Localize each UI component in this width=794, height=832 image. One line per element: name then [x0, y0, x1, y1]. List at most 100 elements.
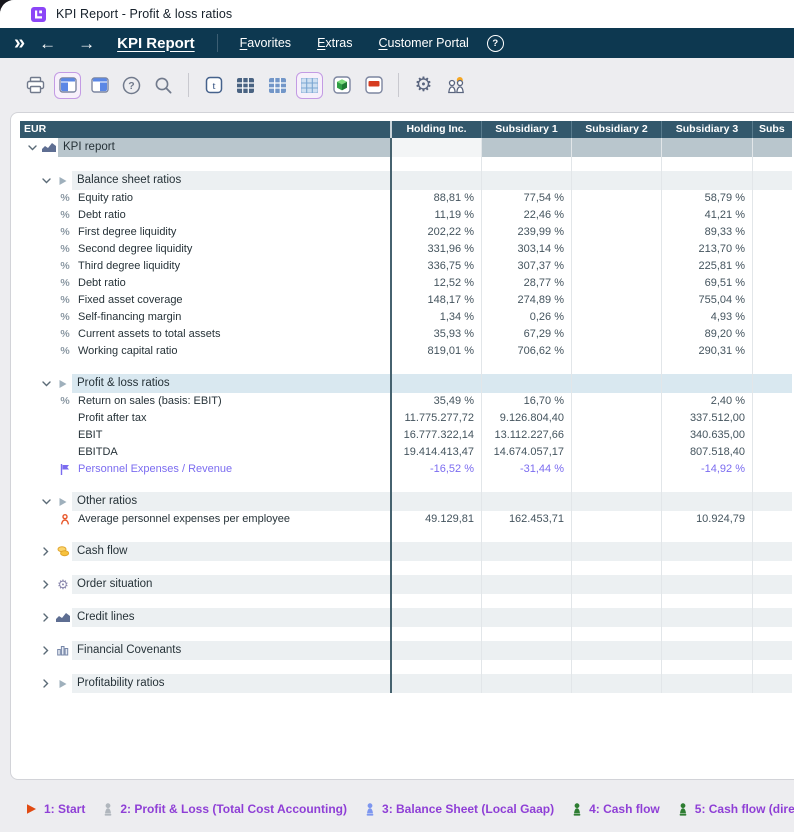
cell[interactable]: [571, 207, 661, 224]
cell[interactable]: [752, 528, 792, 542]
cell[interactable]: [571, 292, 661, 309]
tree-label-cell[interactable]: Other ratios: [20, 492, 390, 511]
row-label[interactable]: Profit after tax: [78, 410, 146, 427]
cell[interactable]: 303,14 %: [481, 241, 571, 258]
tree-label-cell[interactable]: ⚙Order situation: [20, 575, 390, 594]
cell[interactable]: [390, 660, 481, 674]
data-row[interactable]: %Second degree liquidity331,96 %303,14 %…: [20, 241, 792, 258]
tree-row-profit-loss-ratios[interactable]: Profit & loss ratios: [20, 374, 792, 393]
cell[interactable]: [752, 575, 792, 594]
cell[interactable]: 337.512,00: [661, 410, 752, 427]
row-label[interactable]: First degree liquidity: [78, 224, 176, 241]
cell[interactable]: 274,89 %: [481, 292, 571, 309]
cell[interactable]: [752, 542, 792, 561]
cell[interactable]: [481, 575, 571, 594]
data-row[interactable]: %Fixed asset coverage148,17 %274,89 %755…: [20, 292, 792, 309]
cell[interactable]: -14,92 %: [661, 461, 752, 478]
back-arrow-icon[interactable]: ←: [39, 35, 56, 52]
cell[interactable]: 213,70 %: [661, 241, 752, 258]
row-label-cell[interactable]: Average personnel expenses per employee: [20, 511, 390, 528]
cell[interactable]: [752, 478, 792, 492]
cell[interactable]: [752, 427, 792, 444]
column-header[interactable]: Subsidiary 3: [661, 121, 752, 138]
cell[interactable]: [752, 674, 792, 693]
cell[interactable]: [390, 492, 481, 511]
cell[interactable]: [752, 190, 792, 207]
cell[interactable]: [661, 374, 752, 393]
tree-row-label[interactable]: Order situation: [72, 575, 390, 594]
consolidation-pawns-button[interactable]: [442, 72, 469, 99]
cell[interactable]: 13.112.227,66: [481, 427, 571, 444]
cell[interactable]: 58,79 %: [661, 190, 752, 207]
cell[interactable]: 807.518,40: [661, 444, 752, 461]
row-label-cell[interactable]: %Third degree liquidity: [20, 258, 390, 275]
cell[interactable]: 239,99 %: [481, 224, 571, 241]
data-row[interactable]: %Current assets to total assets35,93 %67…: [20, 326, 792, 343]
chevron-right-icon[interactable]: [38, 613, 54, 622]
cell[interactable]: [390, 542, 481, 561]
cell[interactable]: [752, 608, 792, 627]
row-label-cell[interactable]: %First degree liquidity: [20, 224, 390, 241]
cell[interactable]: -16,52 %: [390, 461, 481, 478]
row-label-cell[interactable]: %Equity ratio: [20, 190, 390, 207]
cell[interactable]: [571, 561, 661, 575]
cell[interactable]: [752, 444, 792, 461]
cell[interactable]: [752, 374, 792, 393]
row-label-cell[interactable]: %Working capital ratio: [20, 343, 390, 360]
cell[interactable]: 88,81 %: [390, 190, 481, 207]
text-cell-button[interactable]: t: [200, 72, 227, 99]
row-label[interactable]: Personnel Expenses / Revenue: [78, 461, 232, 478]
row-label-cell[interactable]: %Current assets to total assets: [20, 326, 390, 343]
row-label[interactable]: Debt ratio: [78, 207, 126, 224]
cell[interactable]: [752, 326, 792, 343]
report-tab-5[interactable]: 5: Cash flow (direct: [678, 802, 794, 816]
cell[interactable]: 202,22 %: [390, 224, 481, 241]
tree-row-label[interactable]: Other ratios: [72, 492, 390, 511]
row-label[interactable]: Equity ratio: [78, 190, 133, 207]
data-row[interactable]: EBIT16.777.322,1413.112.227,66340.635,00: [20, 427, 792, 444]
layout-left-button[interactable]: [54, 72, 81, 99]
cell[interactable]: [481, 608, 571, 627]
data-row[interactable]: Average personnel expenses per employee4…: [20, 511, 792, 528]
cell[interactable]: [571, 393, 661, 410]
row-label-cell[interactable]: %Debt ratio: [20, 275, 390, 292]
cell[interactable]: [752, 627, 792, 641]
cell[interactable]: [571, 542, 661, 561]
tree-label-cell[interactable]: Credit lines: [20, 608, 390, 627]
cell[interactable]: [752, 224, 792, 241]
row-label[interactable]: Third degree liquidity: [78, 258, 180, 275]
column-header-eur[interactable]: EUR: [20, 121, 390, 138]
tree-row-cash-flow[interactable]: Cash flow: [20, 542, 792, 561]
report-tab-4[interactable]: 4: Cash flow: [572, 802, 660, 816]
tree-label-cell[interactable]: Profit & loss ratios: [20, 374, 390, 393]
tree-row-order-situation[interactable]: ⚙Order situation: [20, 575, 792, 594]
row-label[interactable]: EBITDA: [78, 444, 118, 461]
data-row[interactable]: %Debt ratio12,52 %28,77 %69,51 %: [20, 275, 792, 292]
cell[interactable]: [390, 594, 481, 608]
cell[interactable]: [571, 528, 661, 542]
row-label-cell[interactable]: %Self-financing margin: [20, 309, 390, 326]
column-header[interactable]: Subsidiary 2: [571, 121, 661, 138]
cell[interactable]: [661, 627, 752, 641]
cell[interactable]: [481, 674, 571, 693]
cell[interactable]: 49.129,81: [390, 511, 481, 528]
cell[interactable]: 162.453,71: [481, 511, 571, 528]
cell[interactable]: [571, 190, 661, 207]
nav-report-title[interactable]: KPI Report: [117, 35, 195, 52]
tree-row-balance-sheet-ratios[interactable]: Balance sheet ratios: [20, 171, 792, 190]
cell[interactable]: [571, 410, 661, 427]
cell[interactable]: [571, 608, 661, 627]
cell[interactable]: [390, 575, 481, 594]
row-label-cell[interactable]: %Fixed asset coverage: [20, 292, 390, 309]
row-label-cell[interactable]: Personnel Expenses / Revenue: [20, 461, 390, 478]
tree-row-financial-covenants[interactable]: Financial Covenants: [20, 641, 792, 660]
tree-label-cell[interactable]: Balance sheet ratios: [20, 171, 390, 190]
cell[interactable]: 89,20 %: [661, 326, 752, 343]
cell[interactable]: [571, 258, 661, 275]
cell[interactable]: [661, 641, 752, 660]
cell[interactable]: [752, 275, 792, 292]
data-row[interactable]: %Debt ratio11,19 %22,46 %41,21 %: [20, 207, 792, 224]
cell[interactable]: [752, 561, 792, 575]
expand-sidebar-icon[interactable]: »: [14, 33, 23, 53]
menu-item-favorites[interactable]: Favorites: [240, 36, 291, 50]
